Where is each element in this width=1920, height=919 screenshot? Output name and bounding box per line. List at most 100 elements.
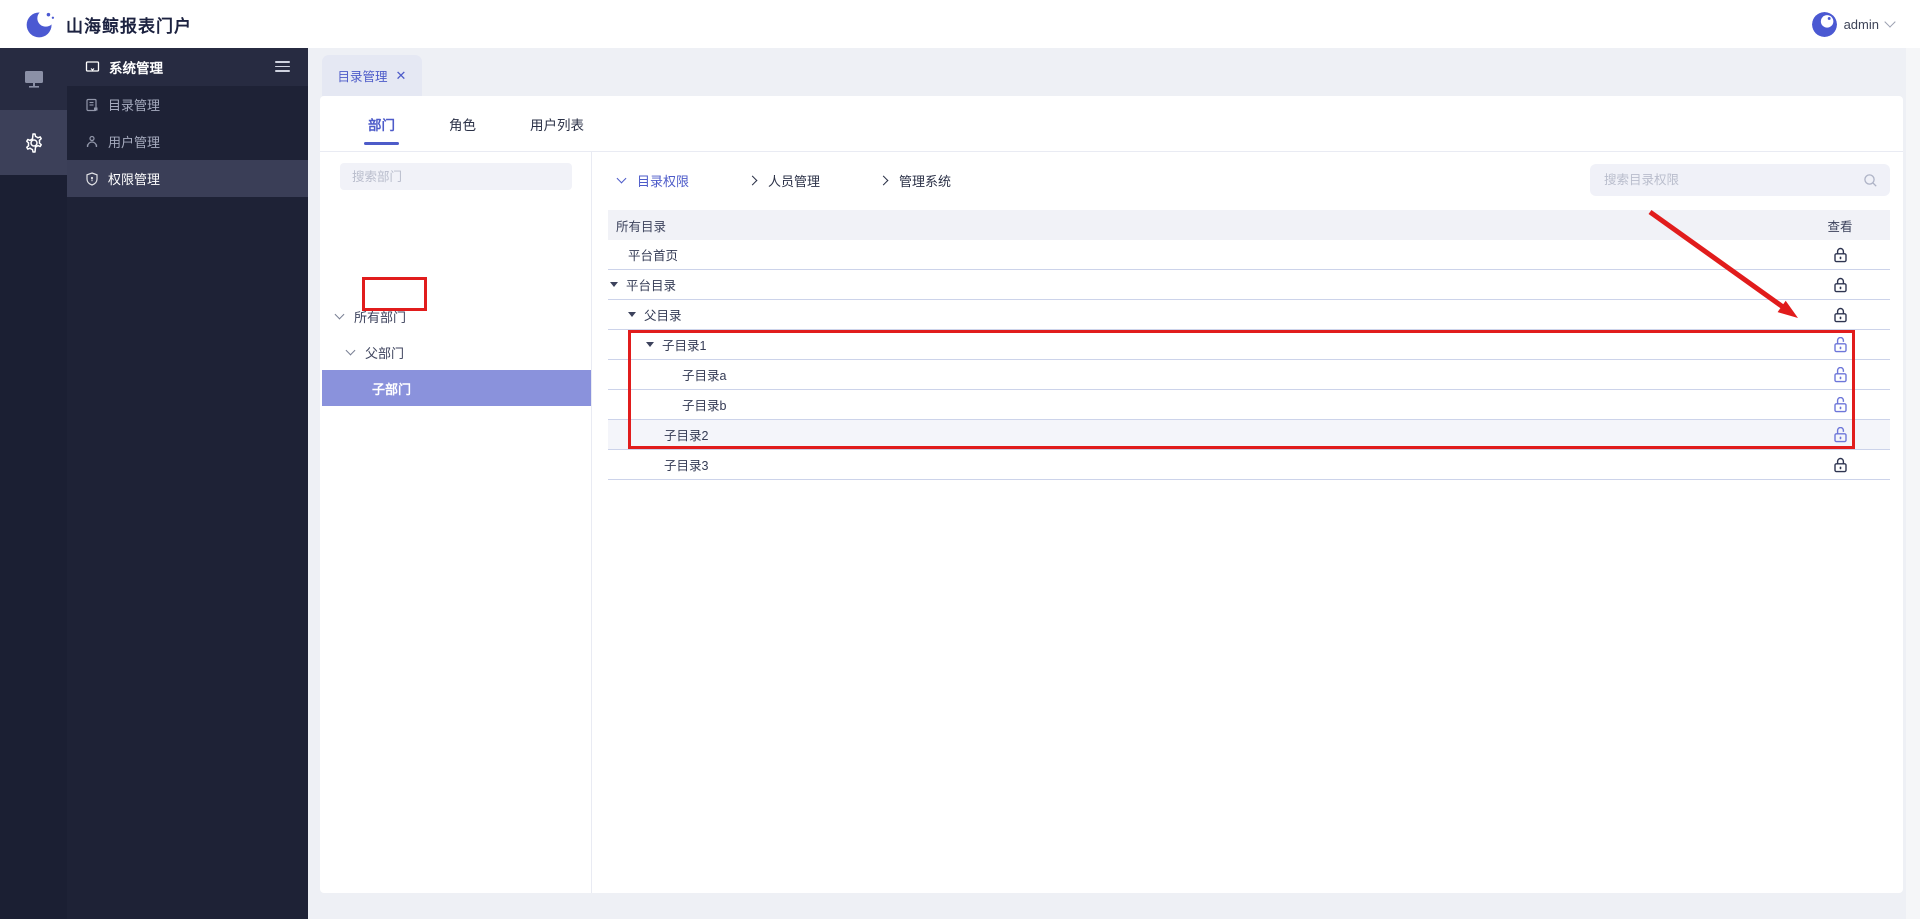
directory-label: 子目录2 — [664, 429, 709, 443]
app-title: 山海鲸报表门户 — [66, 16, 192, 36]
card-tabs: 部门 角色 用户列表 — [320, 96, 1903, 152]
icon-rail — [0, 48, 67, 919]
directory-label: 子目录b — [682, 399, 727, 413]
hamburger-icon[interactable] — [275, 61, 290, 75]
monitor-icon — [24, 71, 43, 88]
lock-open-icon[interactable] — [1833, 426, 1848, 443]
table-row-平台首页[interactable]: 平台首页 — [608, 240, 1890, 270]
user-menu[interactable]: admin — [1811, 0, 1896, 48]
sidebar-item-label: 权限管理 — [108, 172, 161, 187]
permission-sections: 目录权限 人员管理 管理系统 — [616, 164, 1011, 196]
username: admin — [1843, 16, 1879, 32]
tab-label: 角色 — [449, 117, 476, 133]
section-目录权限[interactable]: 目录权限 — [616, 171, 690, 190]
view-permission-cell — [1790, 457, 1890, 473]
department-tree: 所有部门父部门子部门 — [320, 298, 591, 406]
lock-closed-icon[interactable] — [1833, 247, 1848, 263]
table-row-子目录3[interactable]: 子目录3 — [608, 450, 1890, 480]
chevron-down-icon[interactable] — [334, 309, 345, 320]
document-tab-directory-management[interactable]: 目录管理 ✕ — [322, 55, 422, 96]
gear-icon — [25, 132, 42, 153]
catalog-icon — [85, 98, 99, 112]
section-管理系统[interactable]: 管理系统 — [878, 171, 952, 190]
sidebar-item-目录管理[interactable]: 目录管理 — [67, 86, 308, 123]
directory-cell: 平台目录 — [608, 275, 1790, 294]
display-icon — [85, 60, 100, 74]
table-row-父目录[interactable]: 父目录 — [608, 300, 1890, 330]
table-row-子目录b[interactable]: 子目录b — [608, 390, 1890, 420]
directory-label: 子目录1 — [662, 339, 707, 353]
directory-cell: 父目录 — [608, 305, 1790, 324]
tab-角色[interactable]: 角色 — [449, 96, 476, 152]
tree-item-label: 所有部门 — [354, 309, 407, 325]
section-label: 目录权限 — [637, 173, 690, 189]
column-header-view: 查看 — [1827, 219, 1853, 234]
table-row-子目录a[interactable]: 子目录a — [608, 360, 1890, 390]
sidebar-header: 系统管理 — [67, 48, 308, 86]
lock-closed-icon[interactable] — [1833, 307, 1848, 323]
expand-triangle-icon[interactable] — [610, 282, 618, 287]
monitor-rail-button[interactable] — [0, 48, 67, 110]
section-label: 管理系统 — [899, 173, 952, 189]
tab-用户列表[interactable]: 用户列表 — [530, 96, 584, 152]
permission-search-input[interactable] — [1590, 173, 1863, 187]
tree-item-父部门[interactable]: 父部门 — [320, 334, 591, 370]
settings-rail-button[interactable] — [0, 110, 67, 175]
avatar[interactable] — [1811, 11, 1837, 37]
chevron-down-icon[interactable] — [616, 173, 627, 184]
topbar: 山海鲸报表门户 admin — [0, 0, 1920, 48]
view-permission-cell — [1790, 396, 1890, 413]
lock-open-icon[interactable] — [1833, 366, 1848, 383]
directory-label: 父目录 — [644, 309, 682, 323]
view-permission-cell — [1790, 277, 1890, 293]
view-permission-cell — [1790, 247, 1890, 263]
sidebar-item-用户管理[interactable]: 用户管理 — [67, 123, 308, 160]
directory-cell: 平台首页 — [608, 245, 1790, 264]
panel-divider — [591, 152, 592, 893]
close-icon[interactable]: ✕ — [396, 69, 407, 82]
tab-label: 用户列表 — [530, 117, 584, 133]
directory-label: 平台目录 — [626, 279, 677, 293]
directory-label: 平台首页 — [628, 249, 679, 263]
view-permission-cell — [1790, 336, 1890, 353]
department-search-input[interactable] — [340, 163, 572, 190]
lock-closed-icon[interactable] — [1833, 457, 1848, 473]
sidebar-header-label: 系统管理 — [109, 61, 163, 76]
sidebar-item-label: 目录管理 — [108, 98, 161, 113]
column-header-directories: 所有目录 — [616, 219, 667, 234]
chevron-down-icon[interactable] — [345, 345, 356, 356]
directory-cell: 子目录1 — [608, 335, 1790, 354]
shield-icon — [85, 171, 99, 186]
table-header-row: 所有目录 查看 — [608, 210, 1890, 240]
view-permission-cell — [1790, 366, 1890, 383]
tree-item-所有部门[interactable]: 所有部门 — [320, 298, 591, 334]
chevron-right-icon[interactable] — [747, 175, 758, 185]
directory-cell: 子目录3 — [608, 455, 1790, 474]
section-label: 人员管理 — [768, 173, 821, 189]
tab-部门[interactable]: 部门 — [364, 96, 399, 152]
sidebar-item-权限管理[interactable]: 权限管理 — [67, 160, 308, 197]
permission-table: 所有目录 查看 平台首页平台目录父目录子目录1 子目录a 子目录b 子目录2 子目录3 — [608, 210, 1890, 480]
expand-triangle-icon[interactable] — [628, 312, 636, 317]
lock-open-icon[interactable] — [1833, 336, 1848, 353]
chevron-right-icon[interactable] — [878, 175, 889, 185]
table-row-子目录2[interactable]: 子目录2 — [608, 420, 1890, 450]
permission-search — [1590, 164, 1890, 196]
section-人员管理[interactable]: 人员管理 — [747, 171, 821, 190]
tree-item-子部门[interactable]: 子部门 — [322, 370, 591, 406]
directory-cell: 子目录a — [608, 365, 1790, 384]
table-row-平台目录[interactable]: 平台目录 — [608, 270, 1890, 300]
search-icon — [1864, 173, 1877, 187]
document-tab-label: 目录管理 — [337, 70, 388, 84]
scrollbar-gutter[interactable] — [1906, 48, 1920, 919]
tab-label: 部门 — [368, 117, 395, 133]
lock-closed-icon[interactable] — [1833, 277, 1848, 293]
sidebar: 系统管理 目录管理用户管理权限管理 — [67, 48, 308, 919]
app-logo-whale-icon — [26, 9, 55, 38]
table-row-子目录1[interactable]: 子目录1 — [608, 330, 1890, 360]
tree-item-label: 父部门 — [365, 345, 405, 361]
sidebar-item-label: 用户管理 — [108, 135, 161, 150]
lock-open-icon[interactable] — [1833, 396, 1848, 413]
chevron-down-icon[interactable] — [1884, 16, 1896, 28]
expand-triangle-icon[interactable] — [646, 342, 654, 347]
